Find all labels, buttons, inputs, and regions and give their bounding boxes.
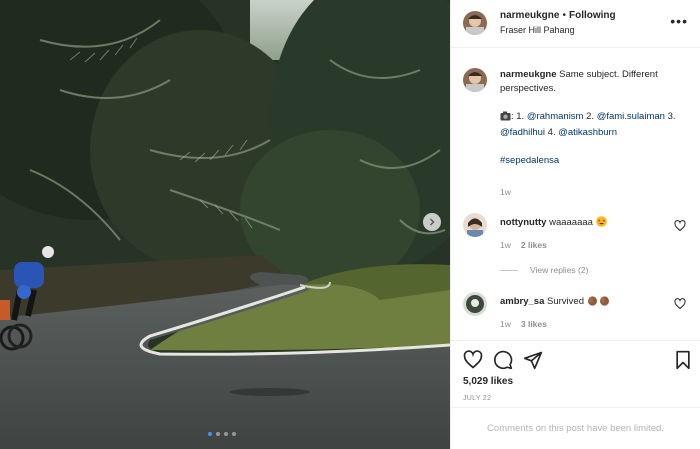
post-actions: 5,029 likes JULY 22 xyxy=(451,340,700,406)
comments-list[interactable]: narmeukgne Same subject. Different persp… xyxy=(451,49,700,339)
post-side-panel: narmeukgne • Following Fraser Hill Pahang … xyxy=(450,0,700,449)
comment-username[interactable]: nottynutty xyxy=(500,217,546,228)
carousel-dot xyxy=(232,432,236,436)
carousel-dot xyxy=(216,432,220,436)
hashtag-link[interactable]: #sepedalensa xyxy=(500,155,559,166)
post-username[interactable]: narmeukgne xyxy=(500,10,559,21)
avatar[interactable] xyxy=(463,68,487,92)
post-header: narmeukgne • Following Fraser Hill Pahang … xyxy=(451,0,700,48)
carousel-dot xyxy=(224,432,228,436)
share-icon[interactable] xyxy=(523,350,543,370)
likes-count[interactable]: 5,029 likes xyxy=(463,376,513,387)
comment-text: waaaaaaa xyxy=(549,217,593,228)
bookmark-icon[interactable] xyxy=(673,350,693,370)
caption-timestamp[interactable]: 1w xyxy=(500,187,511,197)
clapping-hands-emoji xyxy=(587,295,611,309)
mention-link[interactable]: @atikashburn xyxy=(558,127,617,138)
avatar[interactable] xyxy=(463,11,487,35)
chevron-right-icon xyxy=(430,218,435,226)
separator-dot: • xyxy=(562,10,566,21)
avatar[interactable] xyxy=(463,292,487,316)
camera-icon xyxy=(500,111,511,126)
star-struck-emoji xyxy=(595,216,607,230)
comment-like-heart-icon[interactable] xyxy=(674,220,686,232)
post-caption: narmeukgne Same subject. Different persp… xyxy=(500,68,690,168)
heart-icon[interactable] xyxy=(463,350,483,370)
comment-timestamp[interactable]: 1w xyxy=(500,319,511,329)
carousel-dot xyxy=(208,432,212,436)
caption-text: 3. xyxy=(664,111,676,122)
comment-username[interactable]: ambry_sa xyxy=(500,296,544,307)
view-replies-label: View replies (2) xyxy=(530,265,589,275)
comment-like-heart-icon[interactable] xyxy=(674,298,686,310)
caption-username[interactable]: narmeukgne xyxy=(500,69,557,80)
caption-text: 2. xyxy=(583,111,597,122)
carousel-next-button[interactable] xyxy=(423,213,441,231)
comment-likes[interactable]: 2 likes xyxy=(521,240,547,250)
post-location[interactable]: Fraser Hill Pahang xyxy=(500,25,575,35)
comment-meta: 1w 2 likes xyxy=(500,240,547,250)
post-photo[interactable] xyxy=(0,0,450,449)
divider xyxy=(500,269,518,271)
carousel-indicator xyxy=(208,432,236,436)
mention-link[interactable]: @fami.sulaiman xyxy=(597,111,665,122)
comment-body: ambry_sa Survived xyxy=(500,295,611,309)
view-replies-button[interactable]: View replies (2) xyxy=(500,265,588,275)
comment-likes[interactable]: 3 likes xyxy=(521,319,547,329)
forest-road-photo xyxy=(0,0,450,449)
post-date: JULY 22 xyxy=(463,395,492,402)
mention-link[interactable]: @rahmanism xyxy=(527,111,584,122)
mention-link[interactable]: @fadhilhui xyxy=(500,127,545,138)
comment-timestamp[interactable]: 1w xyxy=(500,240,511,250)
post-header-user: narmeukgne • Following xyxy=(500,10,616,21)
caption-text: 4. xyxy=(545,127,559,138)
more-options-icon[interactable]: ••• xyxy=(670,13,688,29)
avatar[interactable] xyxy=(463,213,487,237)
comment-text: Survived xyxy=(547,296,584,307)
comment-body: nottynutty waaaaaaa xyxy=(500,216,607,230)
caption-text: : 1. xyxy=(511,111,527,122)
comment-meta: 1w 3 likes xyxy=(500,319,547,329)
comments-limited-notice: Comments on this post have been limited. xyxy=(451,407,700,449)
following-button[interactable]: Following xyxy=(569,10,616,21)
comment-icon[interactable] xyxy=(493,350,513,370)
